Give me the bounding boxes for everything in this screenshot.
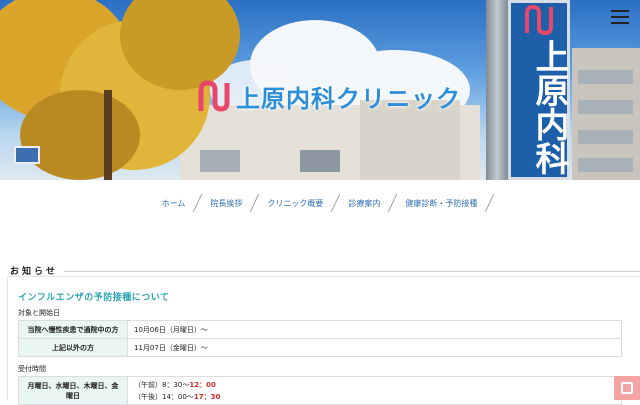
nav-item-greeting: 院長挨拶 bbox=[198, 198, 254, 209]
hours-heading: 受付時間 bbox=[18, 365, 46, 373]
table-header-cell: 月曜日、水曜日、木曜日、金曜日 bbox=[18, 376, 128, 405]
apartment-balcony bbox=[578, 70, 633, 84]
table-cell: 10月06日（月曜日）〜 bbox=[127, 320, 622, 339]
sign-pole bbox=[486, 0, 508, 180]
nav-item-home: ホーム bbox=[150, 198, 198, 209]
menu-button[interactable] bbox=[608, 6, 634, 26]
apartment-balcony bbox=[578, 158, 633, 172]
hamburger-icon bbox=[611, 10, 629, 12]
section-divider bbox=[64, 271, 640, 272]
ginkgo-tree bbox=[20, 90, 140, 180]
nav-link-greeting[interactable]: 院長挨拶 bbox=[198, 198, 254, 209]
hamburger-icon-bar bbox=[611, 16, 629, 18]
table-header-cell: 当院へ慢性疾患で通院中の方 bbox=[18, 320, 128, 339]
nav-link-home[interactable]: ホーム bbox=[150, 198, 198, 209]
page-top-icon bbox=[621, 382, 633, 394]
table-row: 当院へ慢性疾患で通院中の方 10月06日（月曜日）〜 bbox=[18, 320, 622, 339]
building-window bbox=[300, 150, 340, 172]
clinic-name: 上原内科クリニック bbox=[236, 84, 461, 113]
news-article-title[interactable]: インフルエンザの予防接種について bbox=[18, 290, 169, 303]
afternoon-hours: （午後）14：00〜17：30 bbox=[134, 391, 615, 403]
nav-item-checkup: 健康診断・予防接種 bbox=[393, 198, 489, 209]
apartment-balcony bbox=[578, 130, 633, 144]
morning-hours-end: 12：00 bbox=[189, 380, 216, 389]
site-logo[interactable]: 上原内科クリニック bbox=[196, 78, 461, 114]
targets-table: 当院へ慢性疾患で通院中の方 10月06日（月曜日）〜 上記以外の方 11月07日… bbox=[18, 320, 622, 357]
targets-heading: 対象と開始日 bbox=[18, 309, 60, 317]
nav-item-services: 診療案内 bbox=[336, 198, 392, 209]
building-window bbox=[200, 150, 240, 172]
afternoon-hours-end: 17：30 bbox=[193, 392, 221, 401]
global-nav: ホーム 院長挨拶 クリニック概要 診療案内 健康診断・予防接種 bbox=[0, 190, 640, 216]
sign-text: 上原内科 bbox=[529, 39, 569, 175]
clinic-sign: 上原内科 bbox=[508, 0, 570, 180]
table-cell: 11月07日（金曜日）〜 bbox=[127, 338, 622, 357]
table-row: 上記以外の方 11月07日（金曜日）〜 bbox=[18, 338, 622, 357]
nav-link-overview[interactable]: クリニック概要 bbox=[255, 198, 335, 209]
morning-hours-start: （午前）8：30〜 bbox=[134, 380, 190, 389]
clinic-logo-icon bbox=[525, 5, 553, 35]
morning-hours: （午前）8：30〜12：00 bbox=[134, 379, 615, 391]
hamburger-icon-bar bbox=[611, 22, 629, 24]
scroll-to-top-button[interactable] bbox=[614, 376, 640, 400]
clinic-logo-icon bbox=[198, 80, 230, 112]
nav-link-checkup[interactable]: 健康診断・予防接種 bbox=[393, 198, 489, 209]
parking-sign-icon bbox=[14, 146, 40, 164]
table-row: 月曜日、水曜日、木曜日、金曜日 （午前）8：30〜12：00 （午後）14：00… bbox=[18, 376, 622, 405]
table-cell: （午前）8：30〜12：00 （午後）14：00〜17：30 bbox=[127, 376, 622, 405]
apartment-balcony bbox=[578, 100, 633, 114]
afternoon-hours-start: （午後）14：00〜 bbox=[134, 392, 194, 401]
tree-trunk bbox=[104, 90, 112, 180]
hours-table: 月曜日、水曜日、木曜日、金曜日 （午前）8：30〜12：00 （午後）14：00… bbox=[18, 376, 622, 405]
table-header-cell: 上記以外の方 bbox=[18, 338, 128, 357]
nav-link-services[interactable]: 診療案内 bbox=[336, 198, 392, 209]
nav-item-overview: クリニック概要 bbox=[255, 198, 335, 209]
